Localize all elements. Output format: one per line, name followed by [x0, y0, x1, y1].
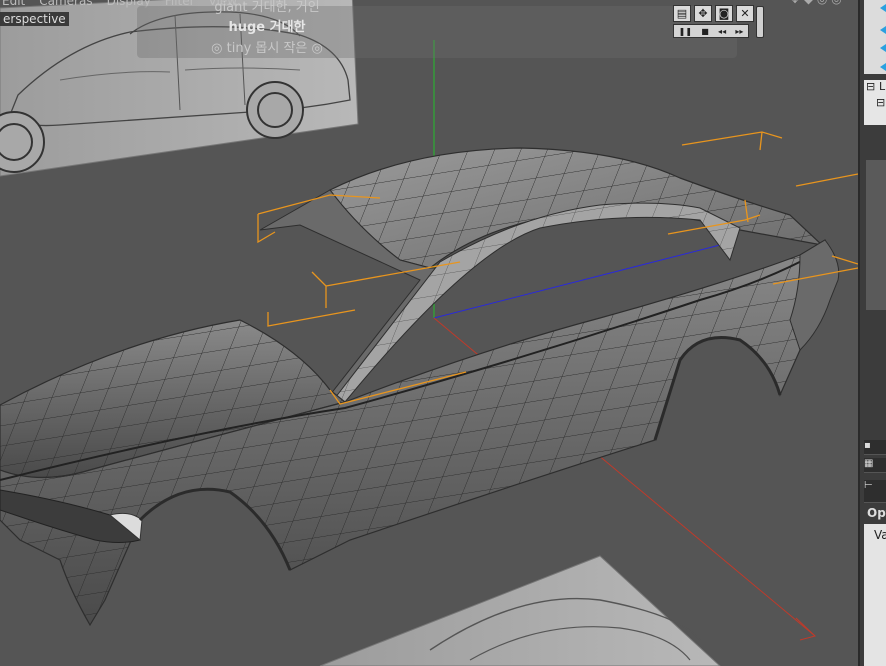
- view-cube-icon[interactable]: ✥ ◆ ◎ ◎: [790, 0, 842, 6]
- outliner-arrow-icon[interactable]: [880, 4, 886, 12]
- volume-slider[interactable]: [756, 6, 764, 38]
- hud-line-giant: giant 거대한, 거인: [214, 0, 320, 15]
- panel-icon-bar[interactable]: ▪: [864, 440, 886, 455]
- grid-icon[interactable]: ▦: [864, 458, 886, 473]
- move-icon[interactable]: ✥: [694, 5, 712, 22]
- vocab-overlay: giant 거대한, 거인 huge 거대한 ◎ tiny 몹시 작은 ◎: [137, 0, 737, 58]
- rewind-icon[interactable]: ◂◂: [718, 27, 726, 36]
- pause-icon[interactable]: ❚❚: [679, 27, 692, 36]
- car-mesh-model[interactable]: [0, 147, 840, 627]
- hud-line-tiny: ◎ tiny 몹시 작은 ◎: [211, 41, 323, 56]
- document-icon[interactable]: ▤: [673, 5, 691, 22]
- attribute-section: [866, 160, 886, 310]
- outliner-arrow-icon[interactable]: [880, 26, 886, 34]
- playback-controls: ❚❚ ■ ◂◂ ▸▸: [673, 24, 749, 38]
- overlay-toolbar: ▤ ✥ ◙ ✕: [673, 5, 754, 22]
- outliner-arrow-icon[interactable]: [880, 44, 886, 52]
- tree-item-label: L: [879, 80, 886, 93]
- view-label: erspective: [0, 12, 69, 26]
- options-panel: Va: [864, 524, 886, 666]
- menu-cameras[interactable]: Cameras: [39, 0, 92, 10]
- options-tab[interactable]: Opt: [867, 506, 886, 520]
- stop-icon[interactable]: ■: [701, 27, 709, 36]
- layer-tree[interactable]: ⊟ L ⊟: [864, 80, 886, 125]
- tree-expand-icon[interactable]: ⊟: [866, 80, 875, 93]
- tree-expand-icon[interactable]: ⊟: [876, 96, 885, 109]
- outliner-arrow-icon[interactable]: [880, 63, 886, 71]
- forward-icon[interactable]: ▸▸: [735, 27, 743, 36]
- va-label: Va: [874, 528, 886, 542]
- close-icon[interactable]: ✕: [736, 5, 754, 22]
- reference-image-top: [319, 555, 721, 666]
- 3d-viewport[interactable]: Edit Cameras Display Filter View erspect…: [0, 0, 858, 666]
- hud-line-huge: huge 거대한: [228, 20, 306, 35]
- right-panel: ⊟ L ⊟ ▪ ▦ ⊢ Opt Va: [858, 0, 886, 666]
- menu-edit[interactable]: Edit: [2, 0, 25, 10]
- tool-icon[interactable]: ⊢: [864, 480, 886, 503]
- viewport-scene[interactable]: [0, 0, 858, 666]
- record-icon[interactable]: ◙: [715, 5, 733, 22]
